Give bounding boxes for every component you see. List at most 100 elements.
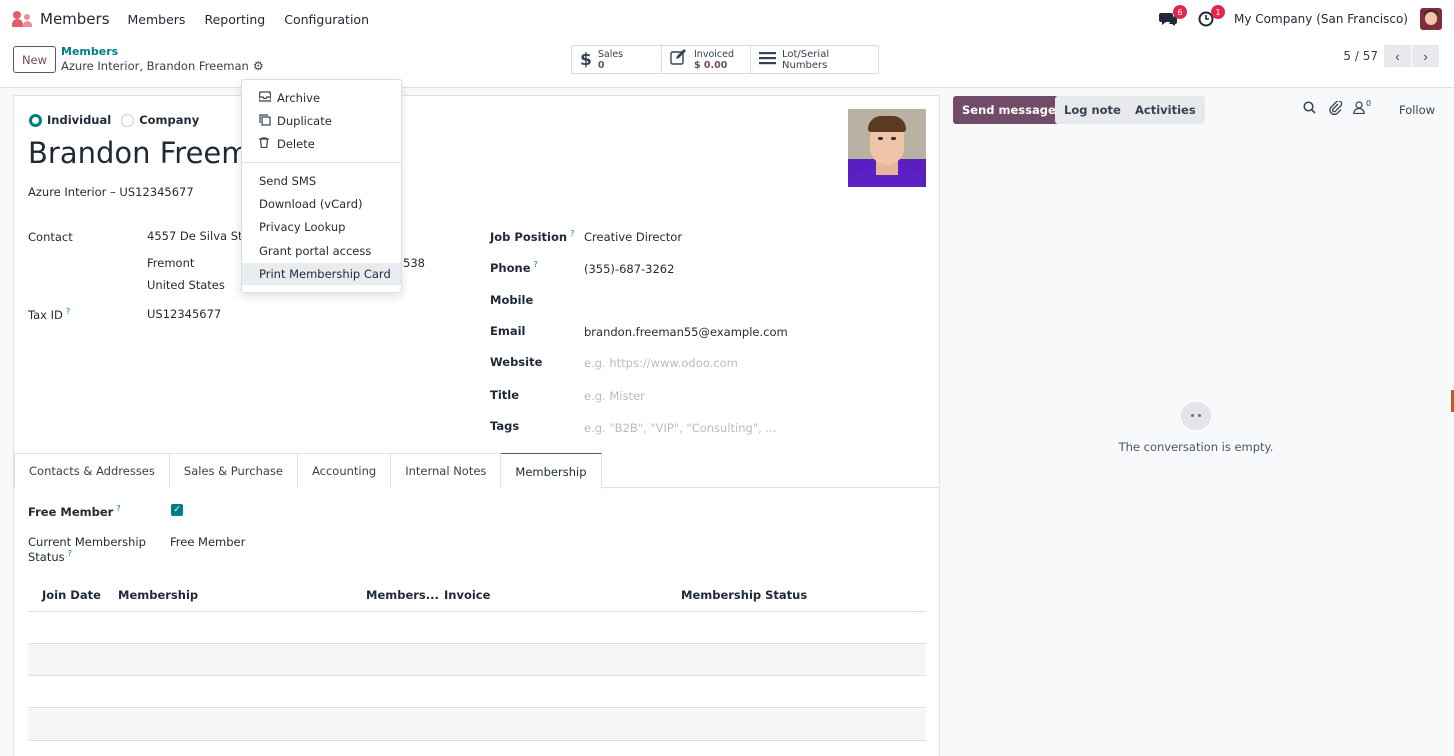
address-city[interactable]: Fremont bbox=[147, 256, 194, 270]
title-label: Title bbox=[490, 388, 520, 402]
tab-accounting[interactable]: Accounting bbox=[298, 453, 392, 488]
systray: 6 1 My Company (San Francisco) bbox=[1158, 0, 1442, 38]
messages-icon[interactable]: 6 bbox=[1158, 5, 1188, 29]
invoiced-label: Invoiced bbox=[694, 48, 734, 60]
top-navbar: Members Members Reporting Configuration … bbox=[0, 0, 1454, 38]
sales-label: Sales bbox=[597, 48, 624, 60]
pager-value[interactable]: 5 / 57 bbox=[1343, 49, 1378, 63]
form-sheet: Individual Company Brandon Freema Azure … bbox=[13, 95, 940, 756]
delete-item[interactable]: Delete bbox=[242, 133, 401, 155]
individual-radio[interactable] bbox=[29, 113, 42, 127]
check-icon: ✓ bbox=[173, 505, 181, 515]
title-input[interactable]: e.g. Mister bbox=[584, 389, 645, 403]
company-field[interactable]: Azure Interior – US12345677 bbox=[28, 185, 194, 199]
contact-label: Contact bbox=[28, 230, 73, 244]
help-tooltip-icon[interactable]: ? bbox=[570, 229, 574, 238]
pager-next-button[interactable]: › bbox=[1412, 45, 1439, 67]
help-tooltip-icon[interactable]: ? bbox=[66, 307, 70, 316]
activities-clock-icon[interactable]: 1 bbox=[1196, 5, 1226, 29]
menu-configuration[interactable]: Configuration bbox=[284, 12, 369, 27]
lot-serial-label: Lot/Serial Numbers bbox=[782, 48, 830, 71]
email-value[interactable]: brandon.freeman55@example.com bbox=[584, 325, 788, 339]
invoiced-value: $ 0.00 bbox=[694, 59, 728, 71]
notebook-tabs: Contacts & Addresses Sales & Purchase Ac… bbox=[14, 453, 939, 489]
address-country[interactable]: United States bbox=[147, 278, 225, 292]
smart-buttons: $ Sales 0 Invoiced $ 0.00 Lot/Serial Num… bbox=[571, 45, 879, 74]
column-membership-fee[interactable]: Members... bbox=[366, 588, 439, 602]
table-row bbox=[28, 709, 926, 741]
table-row bbox=[28, 644, 926, 676]
tab-internal-notes[interactable]: Internal Notes bbox=[391, 453, 502, 488]
search-icon[interactable] bbox=[1303, 101, 1316, 118]
job-position-label: Job Position? bbox=[490, 229, 575, 244]
menu-members[interactable]: Members bbox=[128, 12, 186, 27]
company-label[interactable]: Company bbox=[139, 113, 199, 127]
address-street[interactable]: 4557 De Silva St bbox=[147, 229, 243, 243]
invoiced-smart-button[interactable]: Invoiced $ 0.00 bbox=[662, 46, 751, 73]
print-membership-card-item[interactable]: Print Membership Card bbox=[242, 263, 401, 285]
activities-button[interactable]: Activities bbox=[1126, 96, 1205, 124]
gear-icon[interactable]: ⚙ bbox=[253, 59, 264, 73]
job-position-value[interactable]: Creative Director bbox=[584, 230, 682, 244]
help-tooltip-icon[interactable]: ? bbox=[534, 260, 538, 269]
phone-label: Phone? bbox=[490, 260, 538, 275]
list-bars-icon bbox=[759, 50, 776, 70]
partner-name-field[interactable]: Brandon Freema bbox=[28, 136, 267, 170]
privacy-lookup-item[interactable]: Privacy Lookup bbox=[242, 216, 401, 238]
individual-label[interactable]: Individual bbox=[47, 113, 111, 127]
company-radio[interactable] bbox=[121, 113, 135, 127]
app-home[interactable]: Members bbox=[12, 10, 110, 28]
free-member-label: Free Member? bbox=[28, 504, 121, 519]
tab-membership[interactable]: Membership bbox=[501, 453, 602, 489]
followers-icon[interactable] bbox=[1353, 101, 1365, 118]
paperclip-icon[interactable] bbox=[1329, 100, 1343, 119]
record-name: Azure Interior, Brandon Freeman bbox=[61, 59, 249, 73]
column-join-date[interactable]: Join Date bbox=[42, 588, 101, 602]
company-switcher[interactable]: My Company (San Francisco) bbox=[1234, 12, 1408, 26]
breadcrumb-current: Azure Interior, Brandon Freeman ⚙ bbox=[61, 59, 264, 73]
phone-value[interactable]: (355)-687-3262 bbox=[584, 262, 674, 276]
website-label: Website bbox=[490, 355, 543, 369]
duplicate-item[interactable]: Duplicate bbox=[242, 110, 401, 132]
column-membership-status[interactable]: Membership Status bbox=[681, 588, 807, 602]
app-title[interactable]: Members bbox=[40, 10, 110, 28]
table-row bbox=[28, 676, 926, 708]
send-message-button[interactable]: Send message bbox=[953, 96, 1065, 124]
edit-invoice-icon bbox=[670, 49, 688, 70]
messages-badge: 6 bbox=[1173, 5, 1188, 19]
tab-contacts-addresses[interactable]: Contacts & Addresses bbox=[14, 453, 170, 488]
new-button[interactable]: New bbox=[13, 46, 56, 73]
chevron-left-icon: ‹ bbox=[1395, 48, 1400, 64]
sales-value: 0 bbox=[597, 59, 605, 71]
column-membership[interactable]: Membership bbox=[118, 588, 198, 602]
grant-portal-access-item[interactable]: Grant portal access bbox=[242, 240, 401, 262]
website-input[interactable]: e.g. https://www.odoo.com bbox=[584, 356, 738, 370]
mobile-label: Mobile bbox=[490, 293, 534, 307]
chevron-right-icon: › bbox=[1423, 48, 1428, 64]
address-zip[interactable]: 538 bbox=[403, 256, 425, 270]
user-avatar[interactable] bbox=[1420, 8, 1442, 30]
trash-icon bbox=[259, 137, 273, 151]
partner-photo[interactable] bbox=[848, 109, 926, 187]
free-member-checkbox[interactable]: ✓ bbox=[171, 504, 183, 516]
tab-sales-purchase[interactable]: Sales & Purchase bbox=[169, 453, 298, 488]
lot-serial-smart-button[interactable]: Lot/Serial Numbers bbox=[751, 46, 878, 73]
menu-reporting[interactable]: Reporting bbox=[204, 12, 265, 27]
archive-item[interactable]: Archive bbox=[242, 87, 401, 109]
follow-button[interactable]: Follow bbox=[1399, 103, 1435, 117]
help-tooltip-icon[interactable]: ? bbox=[116, 504, 120, 513]
tags-input[interactable]: e.g. "B2B", "VIP", "Consulting", ... bbox=[584, 421, 776, 435]
send-sms-item[interactable]: Send SMS bbox=[242, 170, 401, 192]
membership-table-header: Join Date Membership Members... Invoice … bbox=[28, 586, 926, 612]
pager-previous-button[interactable]: ‹ bbox=[1384, 45, 1411, 67]
dropdown-divider bbox=[242, 162, 401, 163]
download-vcard-item[interactable]: Download (vCard) bbox=[242, 193, 401, 215]
membership-status-label: Current Membership Status? bbox=[28, 535, 146, 564]
help-tooltip-icon[interactable]: ? bbox=[68, 549, 72, 558]
breadcrumb-members[interactable]: Members bbox=[61, 45, 118, 58]
sales-smart-button[interactable]: $ Sales 0 bbox=[572, 46, 662, 73]
membership-status-value: Free Member bbox=[170, 535, 246, 549]
tax-id-value[interactable]: US12345677 bbox=[147, 307, 221, 321]
column-invoice[interactable]: Invoice bbox=[444, 588, 490, 602]
log-note-button[interactable]: Log note bbox=[1055, 96, 1130, 124]
